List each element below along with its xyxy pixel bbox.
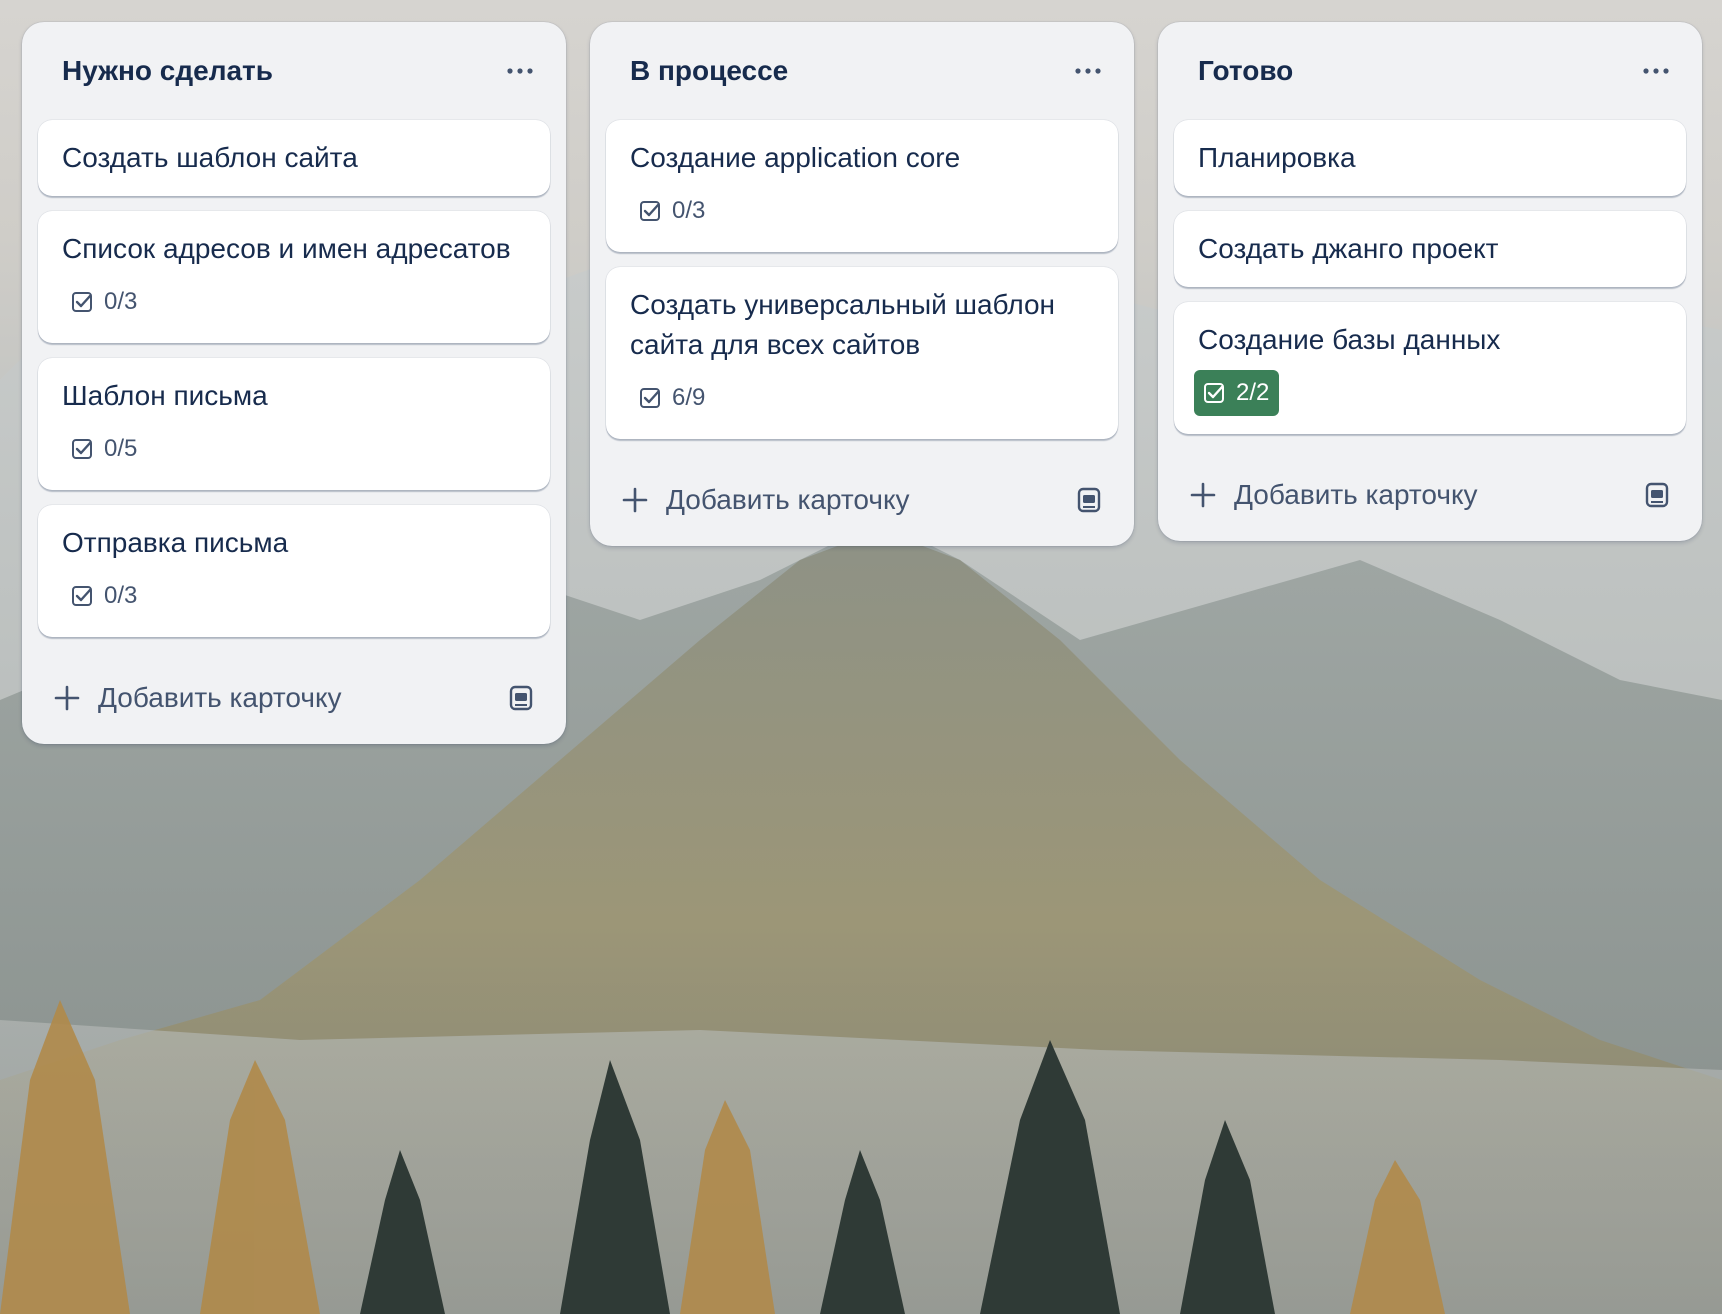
checkbox-checked-icon (640, 201, 660, 221)
checkbox-checked-icon (640, 388, 660, 408)
list-footer: Добавить карточку (38, 652, 550, 744)
add-card-label: Добавить карточку (666, 484, 910, 515)
list-todo: Нужно сделать Создать шаблон сайта Списо… (22, 22, 566, 744)
add-card-label: Добавить карточку (1234, 479, 1478, 510)
card[interactable]: Отправка письма 0/3 (38, 505, 550, 637)
card[interactable]: Планировка (1174, 120, 1686, 196)
card-template-icon (1077, 487, 1101, 513)
card[interactable]: Список адресов и имен адресатов 0/3 (38, 211, 550, 343)
more-horizontal-icon (507, 68, 533, 74)
more-horizontal-icon (1075, 68, 1101, 74)
card-template-icon (1645, 482, 1669, 508)
create-from-template-button[interactable] (498, 675, 544, 721)
create-from-template-button[interactable] (1634, 472, 1680, 518)
checklist-count: 0/3 (672, 197, 706, 224)
checkbox-checked-icon (72, 292, 92, 312)
checklist-badge: 0/3 (630, 188, 715, 234)
board-canvas: Нужно сделать Создать шаблон сайта Списо… (0, 0, 1722, 1314)
checklist-count: 2/2 (1236, 379, 1270, 406)
card-title: Создать джанго проект (1198, 233, 1499, 264)
list-header: Готово (1174, 22, 1686, 120)
card[interactable]: Создать универсальный шаблон сайта для в… (606, 267, 1118, 439)
card[interactable]: Создание базы данных 2/2 (1174, 302, 1686, 434)
checklist-count: 0/5 (104, 435, 138, 462)
checklist-badge: 6/9 (630, 375, 715, 421)
add-card-label: Добавить карточку (98, 682, 342, 713)
plus-icon (1190, 482, 1216, 508)
checklist-badge: 0/3 (62, 573, 147, 619)
checklist-count: 0/3 (104, 288, 138, 315)
card-template-icon (509, 685, 533, 711)
card-title: Создание application core (630, 142, 961, 173)
list-title[interactable]: Готово (1198, 55, 1293, 87)
card[interactable]: Создание application core 0/3 (606, 120, 1118, 252)
add-card-button[interactable]: Добавить карточку (54, 682, 342, 714)
list-in-progress: В процессе Создание application core 0/3… (590, 22, 1134, 546)
card-title: Создать шаблон сайта (62, 142, 358, 173)
card-title: Шаблон письма (62, 380, 268, 411)
list-menu-button[interactable] (1066, 49, 1110, 93)
checkbox-checked-icon (72, 586, 92, 606)
list-footer: Добавить карточку (1174, 449, 1686, 541)
list-header: В процессе (606, 22, 1118, 120)
list-done: Готово Планировка Создать джанго проект … (1158, 22, 1702, 541)
card[interactable]: Шаблон письма 0/5 (38, 358, 550, 490)
card[interactable]: Создать джанго проект (1174, 211, 1686, 287)
card-title: Создать универсальный шаблон сайта для в… (630, 289, 1056, 360)
card[interactable]: Создать шаблон сайта (38, 120, 550, 196)
card-title: Список адресов и имен адресатов (62, 233, 511, 264)
add-card-button[interactable]: Добавить карточку (622, 484, 910, 516)
list-title[interactable]: В процессе (630, 55, 788, 87)
checklist-badge-complete: 2/2 (1194, 370, 1280, 416)
checklist-count: 0/3 (104, 582, 138, 609)
list-header: Нужно сделать (38, 22, 550, 120)
checklist-count: 6/9 (672, 384, 706, 411)
list-menu-button[interactable] (1634, 49, 1678, 93)
checklist-badge: 0/5 (62, 426, 147, 472)
more-horizontal-icon (1643, 68, 1669, 74)
checkbox-checked-icon (72, 439, 92, 459)
card-title: Отправка письма (62, 527, 289, 558)
create-from-template-button[interactable] (1066, 477, 1112, 523)
plus-icon (54, 685, 80, 711)
list-title[interactable]: Нужно сделать (62, 55, 273, 87)
card-title: Планировка (1198, 142, 1356, 173)
list-menu-button[interactable] (498, 49, 542, 93)
list-footer: Добавить карточку (606, 454, 1118, 546)
add-card-button[interactable]: Добавить карточку (1190, 479, 1478, 511)
checkbox-checked-icon (1204, 383, 1224, 403)
card-title: Создание базы данных (1198, 324, 1501, 355)
checklist-badge: 0/3 (62, 279, 147, 325)
plus-icon (622, 487, 648, 513)
